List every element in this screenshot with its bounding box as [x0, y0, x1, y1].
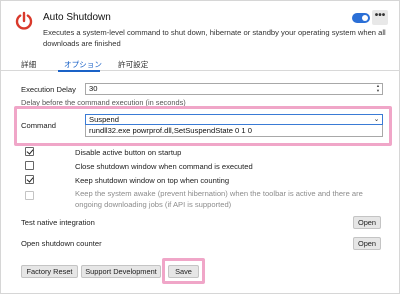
- app-description: Executes a system-level command to shut …: [43, 28, 386, 48]
- enable-toggle[interactable]: [352, 13, 370, 23]
- save-button[interactable]: Save: [168, 265, 199, 278]
- command-dropdown-option[interactable]: rundll32.exe powrprof.dll,SetSuspendStat…: [85, 125, 383, 137]
- open-counter-open-button[interactable]: Open: [353, 237, 381, 250]
- command-select[interactable]: Suspend ⌄: [85, 114, 383, 125]
- tab-options[interactable]: オプション: [64, 59, 102, 70]
- disable-active-button-label: Disable active button on startup: [75, 148, 182, 157]
- execution-delay-label: Execution Delay: [21, 85, 76, 94]
- command-selected-value: Suspend: [89, 115, 119, 124]
- close-shutdown-window-label: Close shutdown window when command is ex…: [75, 162, 253, 171]
- power-icon: [15, 11, 33, 30]
- test-native-open-button[interactable]: Open: [353, 216, 381, 229]
- factory-reset-button[interactable]: Factory Reset: [21, 265, 78, 278]
- spin-down-icon[interactable]: ▼: [375, 89, 381, 93]
- close-shutdown-window-checkbox[interactable]: [25, 161, 34, 170]
- keep-awake-checkbox[interactable]: [25, 191, 34, 200]
- keep-on-top-label: Keep shutdown window on top when countin…: [75, 176, 230, 185]
- support-development-button[interactable]: Support Development: [81, 265, 161, 278]
- execution-delay-input[interactable]: 30 ▲ ▼: [85, 83, 383, 95]
- options-window: Auto Shutdown Executes a system-level co…: [0, 0, 400, 294]
- active-tab-indicator: [58, 70, 100, 72]
- tab-details[interactable]: 詳細: [21, 59, 36, 70]
- keep-awake-label: Keep the system awake (prevent hibernati…: [75, 189, 363, 209]
- more-options-button[interactable]: •••: [372, 10, 388, 25]
- tab-bar: 詳細 オプション 許可設定: [1, 57, 400, 72]
- toggle-knob: [362, 15, 368, 21]
- execution-delay-hint: Delay before the command execution (in s…: [21, 98, 186, 107]
- chevron-down-icon[interactable]: ⌄: [372, 115, 381, 124]
- disable-active-button-checkbox[interactable]: [25, 147, 34, 156]
- app-title: Auto Shutdown: [43, 12, 111, 23]
- command-label: Command: [21, 121, 57, 130]
- tab-permissions[interactable]: 許可設定: [118, 59, 148, 70]
- keep-on-top-checkbox[interactable]: [25, 175, 34, 184]
- execution-delay-value: 30: [89, 84, 98, 93]
- open-counter-label: Open shutdown counter: [21, 239, 102, 248]
- test-native-label: Test native integration: [21, 218, 95, 227]
